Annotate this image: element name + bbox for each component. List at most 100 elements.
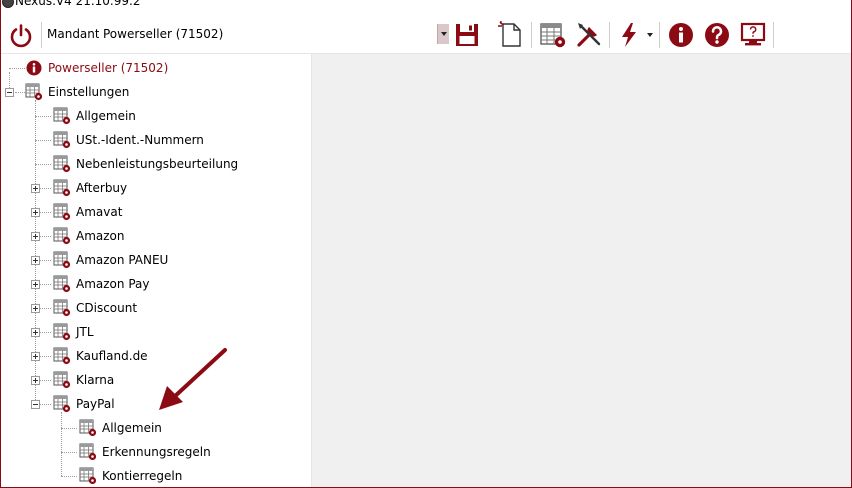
expand-toggle[interactable] — [31, 352, 40, 361]
new-document-icon[interactable] — [497, 21, 525, 49]
toolbar-separator — [531, 22, 532, 48]
tree-guide-line — [61, 476, 77, 477]
tree-node-label: Nebenleistungsbeurteilung — [76, 157, 239, 171]
power-icon[interactable] — [7, 22, 35, 50]
settings-tree: Powerseller (71502) Einstellungen Allgem… — [1, 54, 312, 488]
chevron-down-icon[interactable] — [647, 33, 653, 37]
tree-guide-line — [15, 92, 25, 93]
tree-node-label: Amazon PANEU — [76, 253, 169, 267]
tree-guide-line — [61, 452, 77, 453]
tree-node-label: Klarna — [76, 373, 115, 387]
tree-node-afterbuy[interactable]: Afterbuy — [53, 176, 127, 200]
table-settings-icon — [25, 83, 43, 101]
tree-guide-line — [35, 164, 51, 165]
table-settings-icon — [53, 107, 71, 125]
save-icon[interactable] — [453, 21, 481, 49]
tree-node-einstellungen[interactable]: Einstellungen — [25, 80, 129, 104]
tree-node-label: Amavat — [76, 205, 123, 219]
tree-guide-line — [61, 428, 77, 429]
tree-node-label: Afterbuy — [76, 181, 128, 195]
tree-node-allgemein[interactable]: Allgemein — [53, 104, 136, 128]
mandant-select[interactable]: Powerseller (71502) — [99, 22, 449, 46]
tree-node-label: Erkennungsregeln — [102, 445, 211, 459]
lightning-icon[interactable] — [615, 21, 643, 49]
table-settings-icon — [53, 395, 71, 413]
tree-node-paypal-kontierregeln[interactable]: Kontierregeln — [79, 464, 182, 488]
chevron-down-icon[interactable] — [437, 24, 449, 44]
table-settings-icon — [53, 299, 71, 317]
tree-guide-line — [35, 116, 51, 117]
help-icon[interactable] — [703, 21, 731, 49]
title-bar: Nexus.V4 21.10.99.2 — [1, 0, 851, 12]
tree-node-label: Allgemein — [76, 109, 136, 123]
tree-node-kaufland[interactable]: Kaufland.de — [53, 344, 148, 368]
tree-node-cdiscount[interactable]: CDiscount — [53, 296, 137, 320]
tree-node-nebenleistung[interactable]: Nebenleistungsbeurteilung — [53, 152, 238, 176]
tree-node-mandant[interactable]: Powerseller (71502) — [25, 56, 168, 80]
table-settings-icon[interactable] — [539, 21, 567, 49]
table-settings-icon — [53, 203, 71, 221]
expand-toggle[interactable] — [31, 184, 40, 193]
tree-node-label: Powerseller (71502) — [48, 61, 169, 75]
tree-node-label: Allgemein — [102, 421, 162, 435]
tree-guide-line — [9, 68, 25, 69]
tree-node-label: Kontierregeln — [102, 469, 183, 483]
table-settings-icon — [79, 467, 97, 485]
tree-node-paypal-allgemein[interactable]: Allgemein — [79, 416, 162, 440]
tree-node-label: PayPal — [76, 397, 115, 411]
mandant-label: Mandant — [47, 27, 100, 41]
tree-node-jtl[interactable]: JTL — [53, 320, 94, 344]
info-icon[interactable] — [667, 21, 695, 49]
expand-toggle[interactable] — [31, 376, 40, 385]
app-icon — [2, 0, 14, 8]
collapse-toggle[interactable] — [31, 400, 40, 409]
tools-icon[interactable] — [575, 21, 603, 49]
expand-toggle[interactable] — [31, 256, 40, 265]
expand-toggle[interactable] — [31, 232, 40, 241]
table-settings-icon — [53, 371, 71, 389]
mandant-selected-value: Powerseller (71502) — [103, 27, 224, 41]
collapse-toggle[interactable] — [5, 88, 14, 97]
tree-node-klarna[interactable]: Klarna — [53, 368, 114, 392]
content-area — [312, 54, 851, 487]
app-window: Nexus.V4 21.10.99.2 Mandant Powerseller … — [0, 0, 852, 488]
tree-node-amavat[interactable]: Amavat — [53, 200, 122, 224]
expand-toggle[interactable] — [31, 208, 40, 217]
toolbar-separator — [609, 22, 610, 48]
table-settings-icon — [79, 419, 97, 437]
tree-guide-line — [61, 412, 62, 476]
tree-node-label: CDiscount — [76, 301, 138, 315]
table-settings-icon — [53, 227, 71, 245]
info-icon — [25, 59, 43, 77]
window-title: Nexus.V4 21.10.99.2 — [15, 0, 141, 8]
toolbar-separator — [773, 22, 774, 48]
table-settings-icon — [79, 443, 97, 461]
tree-guide-line — [35, 140, 51, 141]
expand-toggle[interactable] — [31, 280, 40, 289]
tree-node-label: JTL — [76, 325, 94, 339]
table-settings-icon — [53, 323, 71, 341]
expand-toggle[interactable] — [31, 304, 40, 313]
table-settings-icon — [53, 155, 71, 173]
table-settings-icon — [53, 347, 71, 365]
tree-node-paypal-erkennungsregeln[interactable]: Erkennungsregeln — [79, 440, 211, 464]
table-settings-icon — [53, 251, 71, 269]
table-settings-icon — [53, 179, 71, 197]
toolbar-separator — [659, 22, 660, 48]
tree-node-amazon[interactable]: Amazon — [53, 224, 125, 248]
tree-node-amazon-pay[interactable]: Amazon Pay — [53, 272, 149, 296]
tree-node-label: USt.-Ident.-Nummern — [76, 133, 204, 147]
toolbar: Mandant Powerseller (71502) — [1, 12, 851, 54]
toolbar-separator — [41, 22, 42, 48]
tree-node-ust-ident[interactable]: USt.-Ident.-Nummern — [53, 128, 204, 152]
tree-node-label: Amazon — [76, 229, 125, 243]
tree-node-label: Amazon Pay — [76, 277, 150, 291]
tree-node-amazon-paneu[interactable]: Amazon PANEU — [53, 248, 168, 272]
tree-node-paypal[interactable]: PayPal — [53, 392, 115, 416]
table-settings-icon — [53, 275, 71, 293]
expand-toggle[interactable] — [31, 328, 40, 337]
table-settings-icon — [53, 131, 71, 149]
tree-node-label: Kaufland.de — [76, 349, 148, 363]
monitor-icon[interactable] — [739, 21, 767, 49]
tree-node-label: Einstellungen — [48, 85, 130, 99]
